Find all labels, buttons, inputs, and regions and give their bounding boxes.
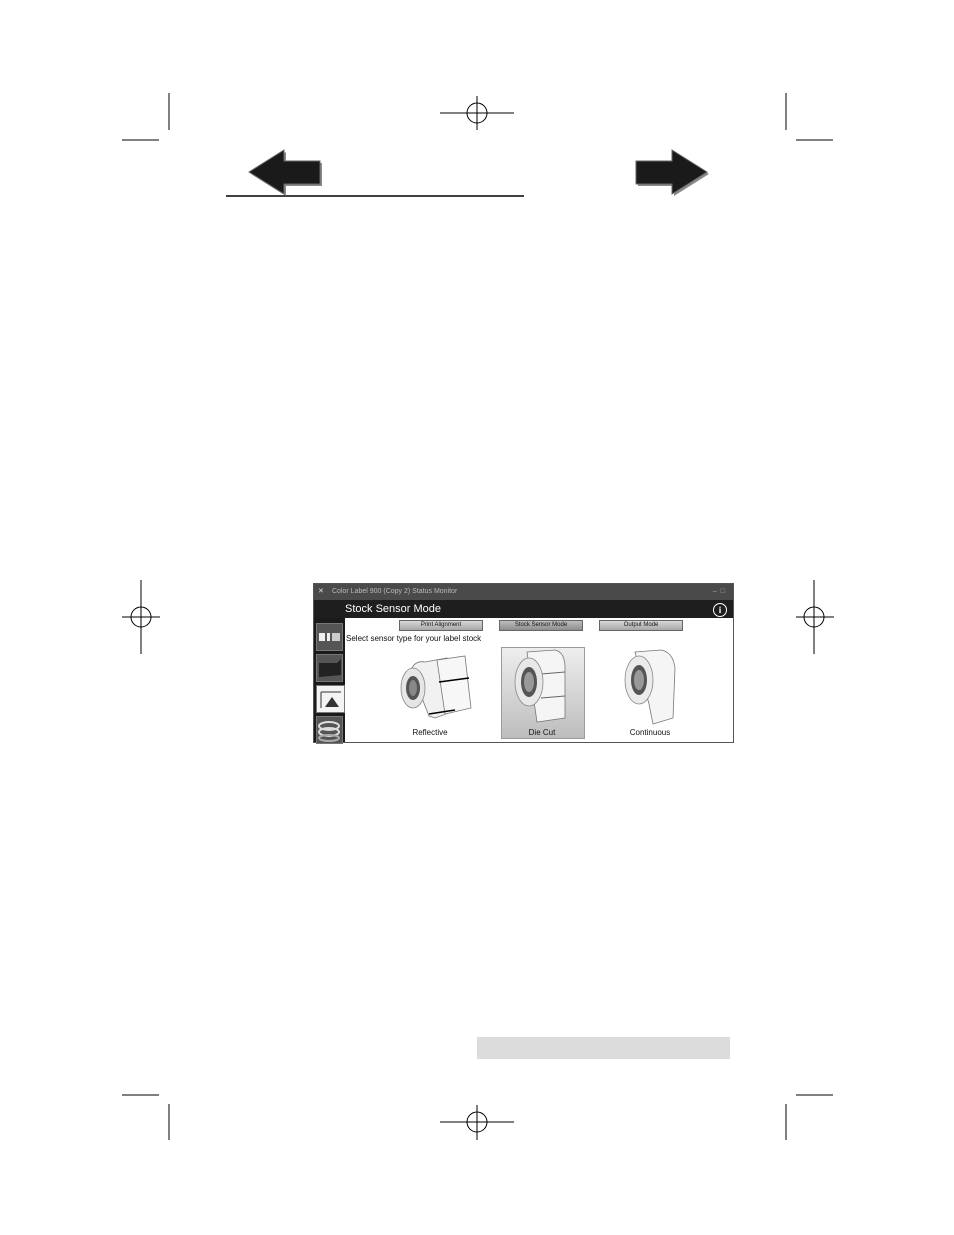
die-cut-option[interactable]	[503, 648, 583, 728]
continuous-option[interactable]	[613, 648, 693, 728]
reflective-option[interactable]	[385, 648, 475, 728]
crop-mark-top-left	[122, 93, 170, 141]
sidebar	[314, 618, 345, 744]
panel-title: Stock Sensor Mode	[345, 603, 441, 615]
window-controls[interactable]: –□	[713, 584, 729, 600]
tab-print-alignment[interactable]: Print Alignment	[399, 620, 483, 631]
sensor-mode-icon[interactable]	[316, 685, 345, 713]
continuous-label: Continuous	[629, 728, 671, 737]
registration-mark-right	[796, 580, 834, 654]
app-logo-icon: ✕	[318, 588, 324, 595]
footer-bar	[477, 1037, 730, 1059]
window-title-bar: ✕ Color Label 900 (Copy 2) Status Monito…	[314, 584, 733, 600]
status-monitor-window: ✕ Color Label 900 (Copy 2) Status Monito…	[313, 583, 734, 744]
crop-mark-bottom-right	[785, 1094, 833, 1140]
sensor-prompt: Select sensor type for your label stock	[346, 634, 482, 643]
print-alignment-icon[interactable]	[316, 623, 343, 651]
die-cut-roll-icon	[514, 649, 566, 723]
registration-mark-top	[440, 96, 514, 130]
printer-icon[interactable]	[316, 654, 343, 682]
label-roll-icon[interactable]	[316, 716, 343, 744]
window-title: Color Label 900 (Copy 2) Status Monitor	[332, 588, 458, 595]
panel-header: Stock Sensor Mode i	[314, 600, 733, 618]
crop-mark-top-right	[785, 93, 833, 141]
panel-content: Print Alignment Stock Sensor Mode Output…	[345, 618, 733, 742]
tab-stock-sensor-mode[interactable]: Stock Sensor Mode	[499, 620, 583, 631]
reflective-label: Reflective	[412, 728, 448, 737]
crop-mark-bottom-left	[122, 1094, 170, 1140]
tab-output-mode[interactable]: Output Mode	[599, 620, 683, 631]
info-icon[interactable]: i	[713, 603, 727, 617]
die-cut-label: Die Cut	[528, 728, 556, 737]
registration-mark-left	[122, 580, 160, 654]
right-arrow-icon[interactable]	[635, 149, 709, 196]
reflective-roll-icon	[400, 655, 472, 719]
left-arrow-icon[interactable]	[248, 149, 322, 196]
registration-mark-bottom	[440, 1105, 514, 1140]
continuous-roll-icon	[624, 649, 676, 725]
